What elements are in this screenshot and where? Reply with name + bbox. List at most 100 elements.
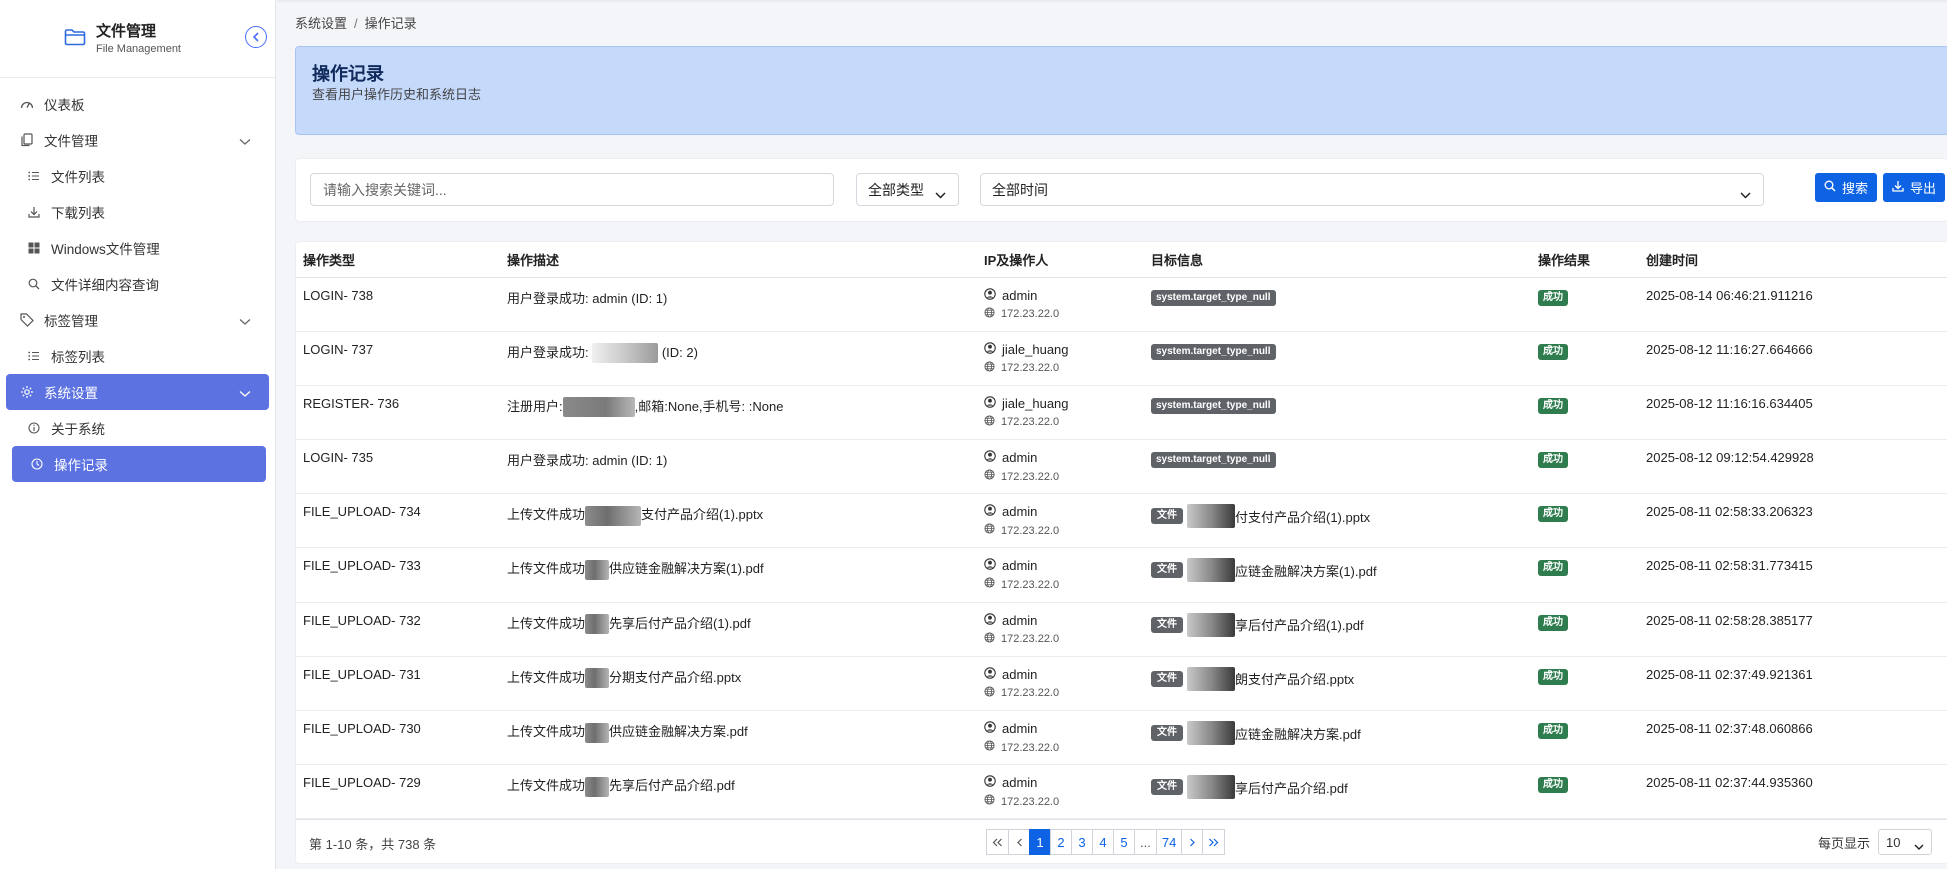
description-prefix: 上传文件成功 <box>507 669 586 685</box>
page-subtitle: 查看用户操作历史和系统日志 <box>312 87 482 102</box>
brand: 文件管理 File Management <box>0 0 275 78</box>
search-icon <box>1824 180 1836 195</box>
operation-log-table: 操作类型 操作描述 IP及操作人 目标信息 操作结果 创建时间 LOGIN- 7… <box>296 242 1947 820</box>
breadcrumb-current: 操作记录 <box>364 16 417 31</box>
operation-type: FILE_UPLOAD- 734 <box>296 493 500 549</box>
ip-address: 172.23.22.0 <box>1001 362 1060 375</box>
operation-result: 成功 <box>1531 547 1639 603</box>
sidebar-item-file-list[interactable]: 文件列表 <box>0 158 275 194</box>
description-prefix: 用户登录成功: admin (ID: 1) <box>507 290 668 306</box>
redacted-filename <box>585 560 610 580</box>
description-suffix: 先享后付产品介绍.pdf <box>609 778 735 794</box>
collapse-sidebar-button[interactable] <box>245 26 267 48</box>
page-button[interactable]: 5 <box>1113 829 1135 855</box>
list-icon <box>27 169 41 183</box>
next-page-button[interactable] <box>1181 829 1204 855</box>
description-prefix: 注册用户: <box>507 398 563 414</box>
operator-cell: jiale_huang 172.23.22.0 <box>977 385 1144 441</box>
operator-cell: admin 172.23.22.0 <box>977 710 1144 766</box>
table-row[interactable]: LOGIN- 735 用户登录成功: admin (ID: 1) admin 172.… <box>296 439 1947 495</box>
breadcrumb: 系统设置 / 操作记录 <box>295 13 417 32</box>
ip-address: 172.23.22.0 <box>1001 741 1060 754</box>
search-button-label: 搜索 <box>1841 181 1868 196</box>
created-time: 2025-08-11 02:37:48.060866 <box>1639 710 1947 766</box>
status-badge: 成功 <box>1538 723 1568 739</box>
table-row[interactable]: FILE_UPLOAD- 730 上传文件成功 供应链金融解决方案.pdf admin… <box>296 710 1947 766</box>
search-button[interactable]: 搜索 <box>1815 173 1877 202</box>
table-row[interactable]: REGISTER- 736 注册用户: ,邮箱:None,手机号: :None jia… <box>296 385 1947 441</box>
page-button[interactable]: 3 <box>1071 829 1093 855</box>
table-body: LOGIN- 738 用户登录成功: admin (ID: 1) admin 172.… <box>296 277 1947 820</box>
breadcrumb-parent[interactable]: 系统设置 <box>295 16 347 31</box>
time-select-value: 全部时间 <box>992 181 1048 198</box>
sidebar-item-dashboard[interactable]: 仪表板 <box>0 86 275 122</box>
operator-cell: admin 172.23.22.0 <box>977 439 1144 495</box>
status-badge: 成功 <box>1538 560 1568 577</box>
prev-page-button[interactable] <box>1008 829 1030 855</box>
sidebar-item-tag-list[interactable]: 标签列表 <box>0 338 275 374</box>
per-page-label: 每页显示 <box>1817 835 1870 851</box>
target-info: system.target_type_null <box>1144 277 1531 332</box>
export-button[interactable]: 导出 <box>1883 173 1945 202</box>
ip-address: 172.23.22.0 <box>1001 795 1060 808</box>
created-time: 2025-08-12 11:16:16.634405 <box>1639 385 1947 441</box>
sidebar-item-file-content-search[interactable]: 文件详细内容查询 <box>0 266 275 302</box>
user-icon <box>984 287 996 304</box>
created-time: 2025-08-11 02:58:33.206323 <box>1639 493 1947 549</box>
page-button[interactable]: 2 <box>1050 829 1072 855</box>
table-row[interactable]: LOGIN- 738 用户登录成功: admin (ID: 1) admin 172.… <box>296 277 1947 332</box>
ip-address: 172.23.22.0 <box>1001 308 1060 320</box>
chevron-down-icon <box>935 186 946 202</box>
description-suffix: 分期支付产品介绍.pptx <box>609 669 742 685</box>
per-page-value: 10 <box>1886 834 1901 850</box>
column-header: 目标信息 <box>1144 242 1531 278</box>
operation-description: 用户登录成功: admin (ID: 1) <box>500 439 977 495</box>
page-header-banner: 操作记录 查看用户操作历史和系统日志 <box>295 46 1947 135</box>
redacted-filename <box>585 505 642 526</box>
sidebar-item-system-settings[interactable]: 系统设置 <box>6 374 269 410</box>
gear-icon <box>20 385 34 399</box>
operator-cell: admin 172.23.22.0 <box>977 764 1144 820</box>
redacted-filename <box>585 722 610 743</box>
search-input[interactable] <box>310 173 834 206</box>
description-suffix: 先享后付产品介绍(1).pdf <box>609 615 751 631</box>
operator-cell: admin 172.23.22.0 <box>977 493 1144 549</box>
pagination-info: 第 1-10 条，共 738 条 <box>309 837 437 852</box>
globe-icon <box>984 361 995 376</box>
download-icon <box>27 205 41 219</box>
table-row[interactable]: LOGIN- 737 用户登录成功: (ID: 2) jiale_huang 172.… <box>296 331 1947 386</box>
chevron-left-icon <box>252 29 260 45</box>
page-button[interactable]: 1 <box>1029 829 1051 855</box>
type-select[interactable]: 全部类型 <box>856 173 959 206</box>
target-type-tag: system.target_type_null <box>1151 397 1276 414</box>
operation-type: LOGIN- 738 <box>296 277 500 332</box>
user-icon <box>984 721 996 737</box>
last-page-button[interactable] <box>1202 829 1226 855</box>
operation-description: 用户登录成功: (ID: 2) <box>500 331 977 386</box>
page-button[interactable]: 4 <box>1092 829 1114 855</box>
sidebar-item-windows-files[interactable]: Windows文件管理 <box>0 230 275 266</box>
first-page-button[interactable] <box>986 829 1009 855</box>
sidebar-item-file-management[interactable]: 文件管理 <box>0 122 275 158</box>
target-filename: 享后付产品介绍.pdf <box>1235 780 1348 796</box>
page-button[interactable]: 74 <box>1155 829 1183 855</box>
sidebar-item-download-list[interactable]: 下载列表 <box>0 194 275 230</box>
table-row[interactable]: FILE_UPLOAD- 732 上传文件成功 先享后付产品介绍(1).pdf adm… <box>296 602 1947 657</box>
description-prefix: 上传文件成功 <box>507 561 586 577</box>
table-row[interactable]: FILE_UPLOAD- 729 上传文件成功 先享后付产品介绍.pdf admin 1… <box>296 764 1947 820</box>
time-select[interactable]: 全部时间 <box>980 173 1764 206</box>
sidebar-item-about-system[interactable]: 关于系统 <box>0 410 275 446</box>
globe-icon <box>984 794 995 809</box>
file-type-tag: 文件 <box>1151 779 1183 796</box>
pagination-bar: 第 1-10 条，共 738 条 1 2 3 4 5... 74 每页显示 10 <box>296 819 1947 863</box>
table-row[interactable]: FILE_UPLOAD- 731 上传文件成功 分期支付产品介绍.pptx admin… <box>296 656 1947 712</box>
per-page-control: 每页显示 10 <box>1818 829 1932 855</box>
sidebar-item-operation-log[interactable]: 操作记录 <box>12 446 266 482</box>
per-page-select[interactable]: 10 <box>1878 829 1932 855</box>
table-row[interactable]: FILE_UPLOAD- 733 上传文件成功 供应链金融解决方案(1).pdf ad… <box>296 547 1947 603</box>
table-row[interactable]: FILE_UPLOAD- 734 上传文件成功 支付产品介绍(1).pptx admi… <box>296 493 1947 549</box>
target-filename: 付支付产品介绍(1).pptx <box>1235 509 1371 525</box>
sidebar-item-tag-management[interactable]: 标签管理 <box>0 302 275 338</box>
operation-type: FILE_UPLOAD- 730 <box>296 710 500 766</box>
status-badge: 成功 <box>1538 452 1568 469</box>
